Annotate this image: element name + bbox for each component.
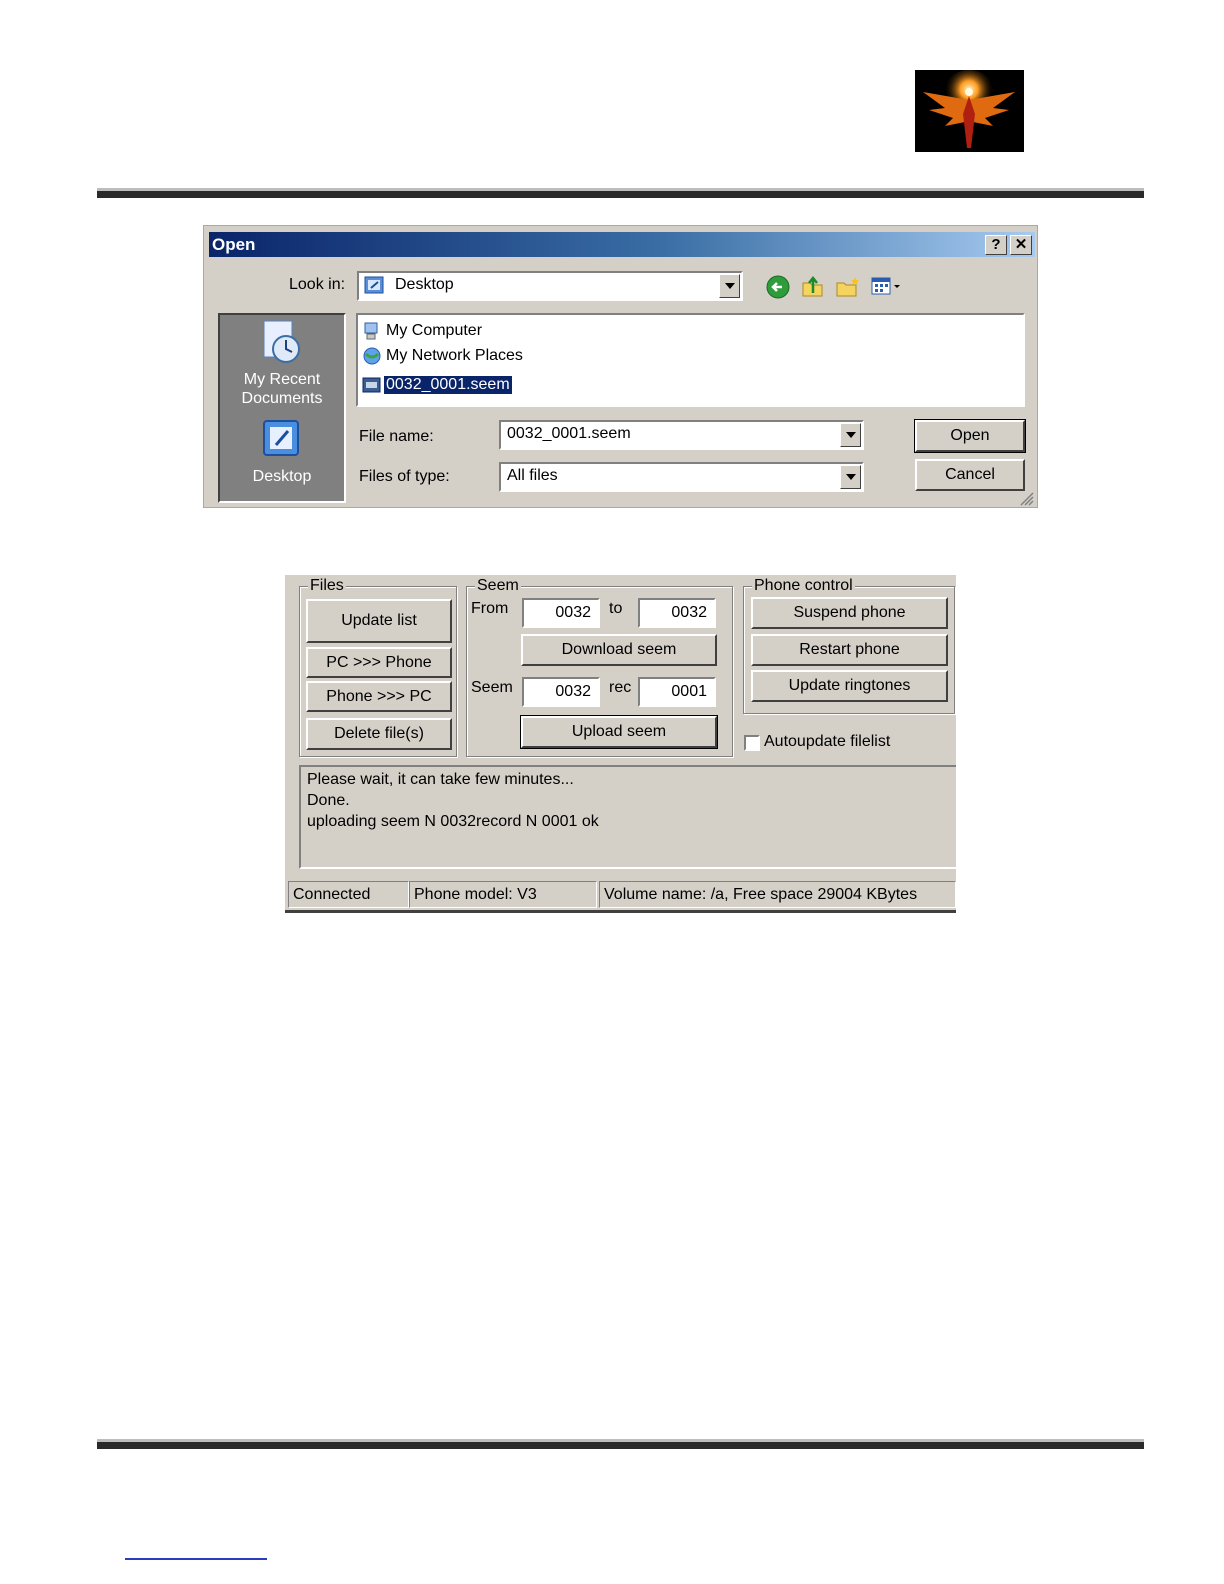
- suspend-phone-label: Suspend phone: [793, 604, 906, 621]
- document-logo: [915, 70, 1024, 152]
- recent-documents-icon: [263, 320, 300, 363]
- back-icon[interactable]: [765, 274, 791, 300]
- place-desktop[interactable]: Desktop: [220, 415, 344, 501]
- autoupdate-checkbox[interactable]: [744, 735, 760, 751]
- up-folder-icon[interactable]: [800, 273, 826, 299]
- phone-to-pc-button[interactable]: Phone >>> PC: [306, 681, 452, 712]
- place-label-line2: Documents: [241, 390, 323, 407]
- place-recent-documents[interactable]: My Recent Documents: [220, 315, 344, 413]
- header-rule: [97, 188, 1144, 198]
- phone-tool-panel: Files Update list PC >>> Phone Phone >>>…: [285, 575, 957, 913]
- upload-seem-button[interactable]: Upload seem: [520, 715, 718, 749]
- look-in-combo[interactable]: Desktop: [357, 271, 743, 301]
- file-type-select[interactable]: All files: [499, 462, 864, 492]
- seem-label: Seem: [471, 679, 513, 696]
- files-group-title: Files: [308, 577, 346, 595]
- file-type-dropdown-arrow[interactable]: [840, 465, 861, 489]
- seem-group-title: Seem: [475, 577, 521, 595]
- open-dialog: Open ? ✕ Look in: Desktop My Recent Docu…: [203, 225, 1038, 508]
- file-name-text: My Computer: [386, 322, 483, 339]
- places-bar: My Recent Documents Desktop: [218, 313, 346, 503]
- to-label: to: [609, 600, 623, 617]
- file-type-value: All files: [507, 467, 558, 484]
- log-line: Please wait, it can take few minutes...: [307, 771, 574, 788]
- download-seem-label: Download seem: [561, 641, 677, 658]
- cancel-button[interactable]: Cancel: [915, 459, 1025, 491]
- restart-phone-label: Restart phone: [799, 641, 900, 658]
- file-type-label: Files of type:: [359, 468, 450, 485]
- update-list-label: Update list: [341, 612, 417, 629]
- look-in-dropdown-arrow[interactable]: [719, 274, 740, 298]
- pc-to-phone-button[interactable]: PC >>> Phone: [306, 647, 452, 678]
- view-menu-icon[interactable]: [870, 276, 906, 298]
- file-name-text: 0032_0001.seem: [383, 375, 513, 395]
- file-name-input[interactable]: 0032_0001.seem: [499, 420, 864, 450]
- close-button[interactable]: ✕: [1010, 235, 1032, 255]
- footer-rule: [97, 1439, 1144, 1449]
- seem-group: Seem From 0032 to 0032 Download seem See…: [466, 577, 733, 757]
- log-output[interactable]: Please wait, it can take few minutes... …: [299, 765, 956, 869]
- from-label: From: [471, 600, 509, 617]
- list-item[interactable]: My Computer: [362, 320, 542, 342]
- from-input[interactable]: 0032: [522, 598, 600, 628]
- resize-grip-icon[interactable]: [1018, 490, 1034, 506]
- log-line: Done.: [307, 792, 350, 809]
- phone-to-pc-label: Phone >>> PC: [326, 688, 432, 705]
- file-name-value: 0032_0001.seem: [507, 425, 631, 442]
- list-item-selected[interactable]: 0032_0001.seem: [362, 374, 542, 396]
- restart-phone-button[interactable]: Restart phone: [751, 634, 948, 666]
- look-in-value: Desktop: [395, 276, 454, 293]
- status-phone-model: Phone model: V3: [409, 881, 597, 908]
- new-folder-icon[interactable]: [835, 274, 861, 300]
- cancel-button-label: Cancel: [945, 466, 995, 483]
- files-group: Files Update list PC >>> Phone Phone >>>…: [299, 577, 457, 757]
- status-volume: Volume name: /a, Free space 29004 KBytes: [599, 881, 956, 908]
- delete-files-label: Delete file(s): [334, 725, 424, 742]
- network-places-icon: [363, 347, 381, 365]
- phoenix-logo-icon: [915, 70, 1024, 152]
- seem-input[interactable]: 0032: [522, 677, 600, 707]
- place-label-desktop: Desktop: [252, 468, 312, 485]
- status-connection: Connected: [288, 881, 409, 908]
- update-list-button[interactable]: Update list: [306, 599, 452, 643]
- to-input[interactable]: 0032: [638, 598, 716, 628]
- file-name-text: My Network Places: [386, 347, 523, 364]
- list-item[interactable]: My Network Places: [362, 345, 542, 367]
- open-button[interactable]: Open: [914, 419, 1026, 453]
- dialog-titlebar[interactable]: Open ? ✕: [209, 232, 1035, 257]
- panel-bottom-edge: [285, 910, 956, 913]
- open-button-label: Open: [950, 427, 990, 444]
- dialog-title: Open: [212, 235, 256, 254]
- look-in-label: Look in:: [289, 276, 346, 293]
- update-ringtones-button[interactable]: Update ringtones: [751, 670, 948, 702]
- suspend-phone-button[interactable]: Suspend phone: [751, 597, 948, 629]
- log-line: uploading seem N 0032record N 0001 ok: [307, 813, 599, 830]
- file-name-label: File name:: [359, 428, 434, 445]
- rec-label: rec: [609, 679, 632, 696]
- rec-input[interactable]: 0001: [638, 677, 716, 707]
- phone-control-group: Phone control Suspend phone Restart phon…: [743, 577, 955, 714]
- download-seem-button[interactable]: Download seem: [521, 634, 717, 666]
- help-button[interactable]: ?: [985, 235, 1007, 255]
- desktop-place-icon: [263, 420, 299, 456]
- my-computer-icon: [364, 322, 378, 340]
- autoupdate-label[interactable]: Autoupdate filelist: [764, 733, 890, 751]
- upload-seem-label: Upload seem: [571, 723, 667, 740]
- desktop-icon: [364, 276, 384, 294]
- delete-files-button[interactable]: Delete file(s): [306, 718, 452, 750]
- file-list[interactable]: My Computer My Network Places 0032_0001.…: [356, 313, 1025, 407]
- phone-control-group-title: Phone control: [752, 577, 855, 595]
- seem-file-icon: [362, 377, 381, 393]
- pc-to-phone-label: PC >>> Phone: [326, 654, 432, 671]
- update-ringtones-label: Update ringtones: [788, 677, 911, 694]
- place-label-line1: My Recent: [243, 371, 321, 388]
- footnote-link-underline[interactable]: [125, 1558, 267, 1560]
- file-name-dropdown-arrow[interactable]: [840, 423, 861, 447]
